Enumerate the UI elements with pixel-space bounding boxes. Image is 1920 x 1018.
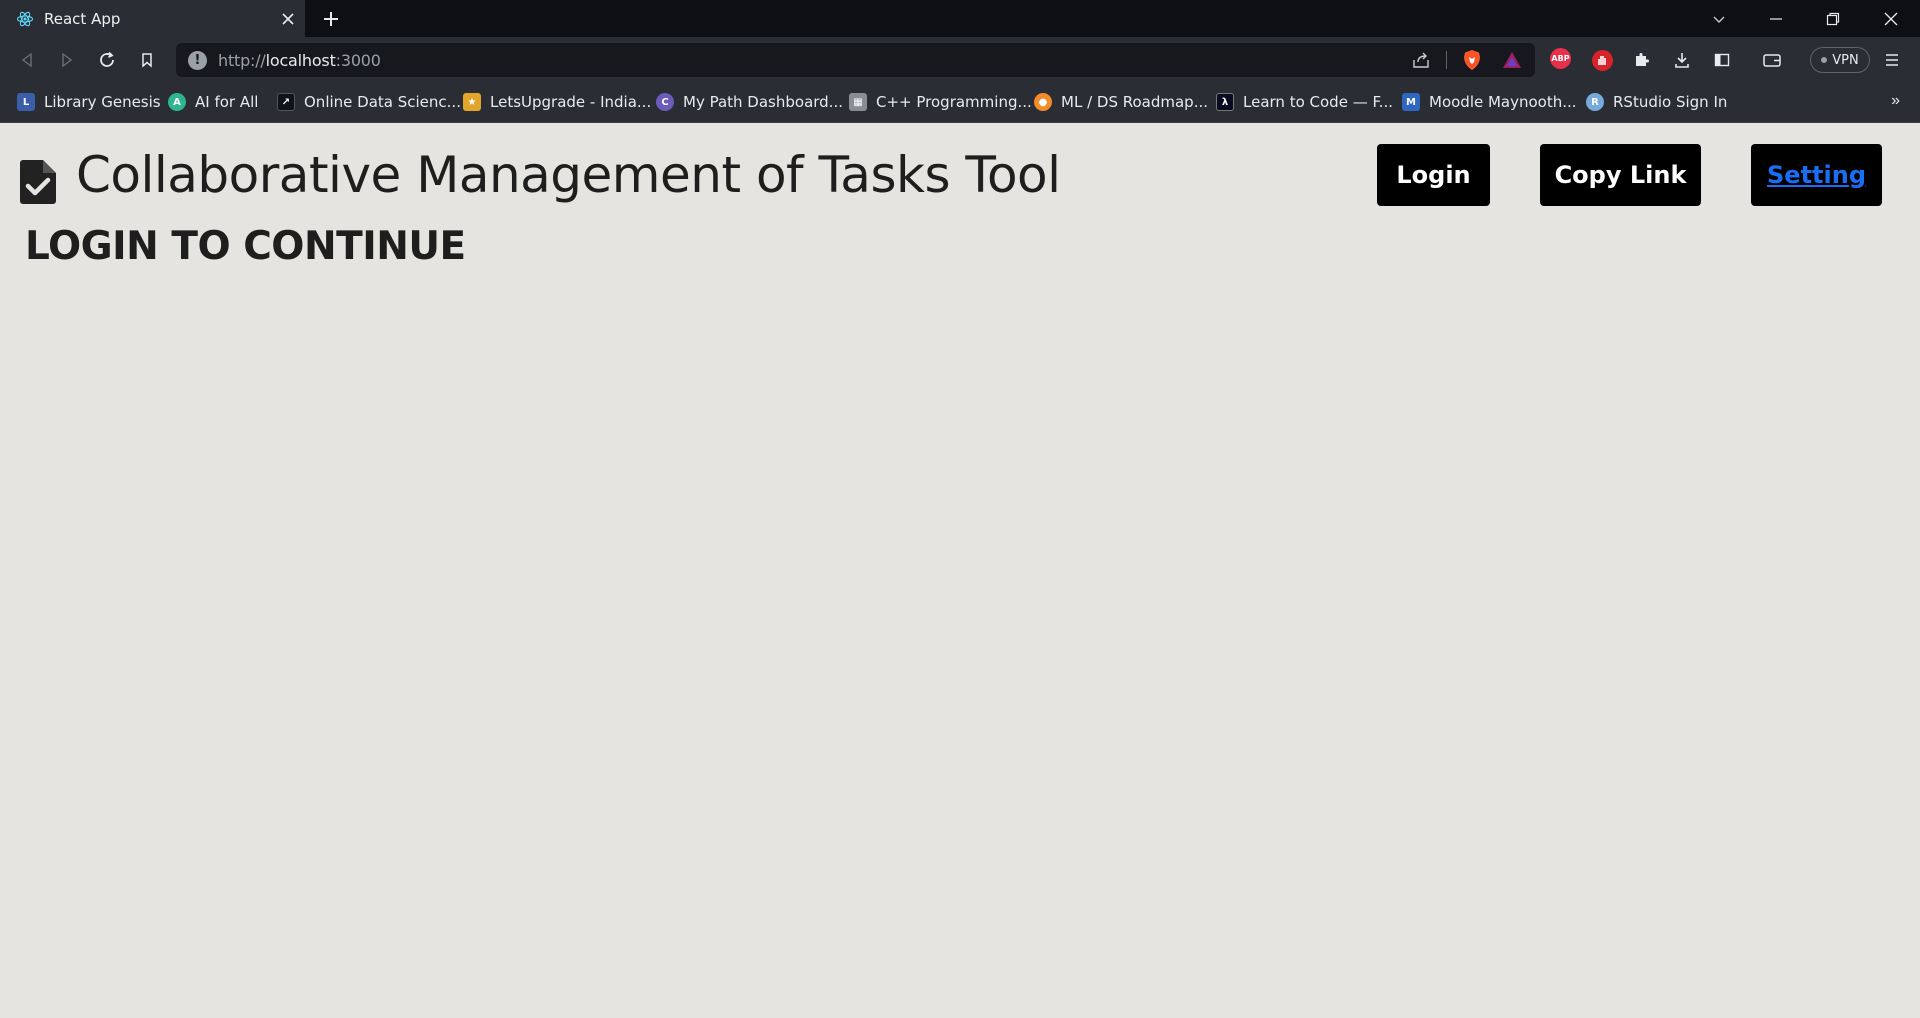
share-icon[interactable] [1411,50,1431,70]
more-bookmarks-icon[interactable]: » [1891,92,1900,110]
setting-button[interactable]: Setting [1751,144,1882,206]
app-header: Collaborative Management of Tasks Tool L… [0,124,1920,234]
app-title: Collaborative Management of Tasks Tool [76,146,1061,204]
data-science-icon: ↗ [277,93,295,111]
menu-icon[interactable] [1880,48,1904,72]
bookmark-label: RStudio Sign In [1613,93,1728,111]
back-icon[interactable] [14,47,40,73]
bookmark-label: Library Genesis [44,93,161,111]
bookmark-label: Moodle Maynooth... [1429,93,1577,111]
url-text[interactable]: http://localhost:3000 [218,51,381,70]
tab-strip: React App [0,0,1920,37]
close-tab-icon[interactable] [278,9,297,28]
rstudio-icon: R [1586,93,1604,111]
brave-rewards-icon[interactable] [1501,49,1523,71]
bookmark-label: ML / DS Roadmap... [1061,93,1208,111]
bookmark-label: LetsUpgrade - India... [490,93,652,111]
bookmarks-bar: L Library Genesis A AI for All ↗ Online … [0,82,1920,123]
bookmark-label: Online Data Scienc... [304,93,461,111]
bookmark-label: C++ Programming... [876,93,1032,111]
login-button[interactable]: Login [1377,144,1490,206]
url-host: localhost [265,51,336,70]
minimize-icon[interactable] [1764,7,1788,31]
react-icon [16,10,34,28]
site-info-icon[interactable]: ! [188,51,207,70]
bookmark-learn-to-code[interactable]: λ Learn to Code — F... [1216,90,1393,114]
close-window-icon[interactable] [1879,7,1903,31]
extensions-puzzle-icon[interactable] [1630,48,1654,72]
address-bar[interactable]: ! http://localhost:3000 [176,43,1535,77]
library-genesis-icon: L [17,93,35,111]
ad-blocker-hand-icon[interactable] [1590,48,1614,72]
ai-for-all-icon: A [168,93,186,111]
url-scheme: http:// [218,51,266,70]
url-port: :3000 [335,51,381,70]
wallet-icon[interactable] [1760,48,1784,72]
freecodecamp-icon: λ [1216,93,1234,111]
tab-search-chevron-icon[interactable] [1707,7,1731,31]
reload-icon[interactable] [94,47,120,73]
vpn-button[interactable]: VPN [1810,47,1870,73]
document-check-icon [20,160,56,204]
browser-toolbar: ! http://localhost:3000 ABP VPN [0,37,1920,82]
bookmark-label: My Path Dashboard... [683,93,843,111]
login-message: LOGIN TO CONTINUE [25,224,466,269]
vpn-label: VPN [1832,52,1859,68]
new-tab-icon[interactable] [320,8,342,30]
letsupgrade-icon: ★ [463,93,481,111]
cpp-icon: ▦ [849,93,867,111]
tab-title: React App [44,9,121,28]
forward-icon[interactable] [54,47,80,73]
sidebar-toggle-icon[interactable] [1710,48,1734,72]
vpn-status-dot [1821,57,1828,63]
bookmark-my-path[interactable]: C My Path Dashboard... [656,90,843,114]
bookmark-library-genesis[interactable]: L Library Genesis [17,90,161,114]
tab-react-app[interactable]: React App [0,0,305,37]
copy-link-button[interactable]: Copy Link [1540,144,1701,206]
bookmark-icon[interactable] [134,47,160,73]
downloads-icon[interactable] [1670,48,1694,72]
bookmark-online-data-science[interactable]: ↗ Online Data Scienc... [277,90,461,114]
roadmap-icon: ● [1034,93,1052,111]
bookmark-cpp-programming[interactable]: ▦ C++ Programming... [849,90,1032,114]
bookmark-ml-ds-roadmap[interactable]: ● ML / DS Roadmap... [1034,90,1208,114]
moodle-icon: M [1402,93,1420,111]
brave-shields-icon[interactable] [1461,49,1483,71]
my-path-icon: C [656,93,674,111]
bookmark-ai-for-all[interactable]: A AI for All [168,90,258,114]
divider [1446,51,1447,69]
bookmark-label: AI for All [195,93,259,111]
bookmark-moodle-maynooth[interactable]: M Moodle Maynooth... [1402,90,1577,114]
restore-icon[interactable] [1821,7,1845,31]
bookmark-rstudio[interactable]: R RStudio Sign In [1586,90,1727,114]
bookmark-letsupgrade[interactable]: ★ LetsUpgrade - India... [463,90,651,114]
bookmark-label: Learn to Code — F... [1243,93,1393,111]
adblock-plus-icon[interactable]: ABP [1550,48,1571,69]
